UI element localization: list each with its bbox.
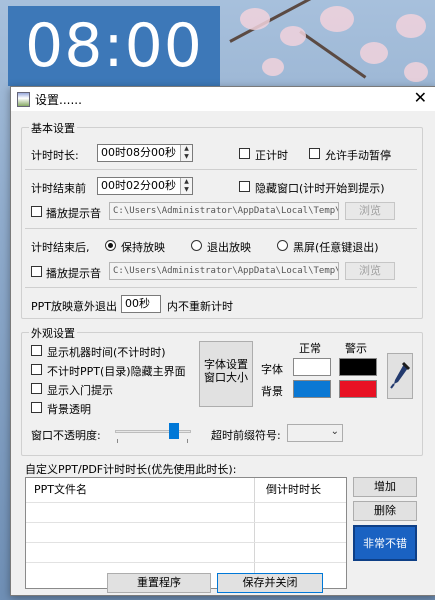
browse-button-1[interactable]: 浏览 [345, 202, 395, 220]
ppt-exit-suffix: 内不重新计时 [167, 300, 233, 313]
color-row-font: 字体 [261, 363, 283, 376]
show-machine-time-label: 显示机器时间(不计时时) [47, 346, 166, 359]
color-row-background: 背景 [261, 385, 283, 398]
show-intro-tips-checkbox[interactable] [31, 383, 42, 394]
radio-keep-show-label: 保持放映 [121, 241, 165, 254]
before-end-label: 计时结束前 [31, 182, 86, 195]
header-divider [26, 502, 346, 503]
settings-dialog: 设置...... ✕ 基本设置 计时时长: 00时08分00秒 ▲ ▼ 正计时 允… [10, 86, 435, 596]
browse-button-2[interactable]: 浏览 [345, 262, 395, 280]
row-divider [26, 522, 346, 523]
duration-label: 计时时长: [31, 149, 79, 162]
row-divider [26, 542, 346, 543]
slider-tick [187, 439, 188, 443]
divider [25, 228, 417, 229]
after-end-label: 计时结束后, [31, 241, 90, 254]
countdown-timer-display[interactable]: 08:00 [8, 6, 220, 86]
timeout-prefix-select[interactable]: ⌄ [287, 424, 343, 442]
divider [25, 169, 417, 170]
show-machine-time-checkbox[interactable] [31, 345, 42, 356]
ppt-exit-value: 00秒 [125, 297, 150, 310]
hide-window-checkbox[interactable] [239, 181, 250, 192]
appearance-legend: 外观设置 [29, 325, 77, 341]
great-button[interactable]: 非常不错 [353, 525, 417, 561]
play-sound-label-1: 播放提示音 [46, 207, 101, 220]
duration-spinner[interactable]: ▲ ▼ [180, 145, 192, 161]
window-size-text: 窗口大小 [204, 371, 248, 384]
bg-warning-color-swatch[interactable] [339, 380, 377, 398]
add-button[interactable]: 增加 [353, 477, 417, 497]
dialog-titlebar[interactable]: 设置...... ✕ [11, 87, 435, 111]
hide-window-label: 隐藏窗口(计时开始到提示) [255, 182, 385, 195]
hide-main-ui-label: 不计时PPT(目录)隐藏主界面 [47, 365, 186, 378]
play-sound-label-2: 播放提示音 [46, 267, 101, 280]
ppt-exit-input[interactable]: 00秒 [121, 295, 161, 313]
countup-checkbox[interactable] [239, 148, 250, 159]
radio-keep-show[interactable] [105, 240, 116, 251]
timeout-prefix-label: 超时前缀符号: [211, 429, 281, 442]
column-divider [254, 478, 255, 588]
sound-path-field-2[interactable]: C:\Users\Administrator\AppData\Local\Tem… [109, 262, 339, 280]
opacity-slider-thumb[interactable] [169, 423, 180, 439]
before-end-value: 00时02分00秒 [101, 179, 176, 192]
bg-normal-color-swatch[interactable] [293, 380, 331, 398]
divider [25, 287, 417, 288]
column-header-countdown[interactable]: 倒计时时长 [258, 478, 321, 502]
close-icon[interactable]: ✕ [414, 89, 427, 107]
row-divider [26, 562, 346, 563]
opacity-label: 窗口不透明度: [31, 429, 101, 442]
before-end-input[interactable]: 00时02分00秒 ▲ ▼ [97, 177, 193, 195]
delete-button[interactable]: 删除 [353, 501, 417, 521]
hide-main-ui-checkbox[interactable] [31, 364, 42, 375]
radio-black-screen-label: 黑屏(任意键退出) [293, 241, 379, 254]
play-sound-checkbox-2[interactable] [31, 266, 42, 277]
color-column-normal: 正常 [299, 342, 321, 355]
custom-duration-label: 自定义PPT/PDF计时时长(优先使用此时长): [25, 463, 237, 476]
radio-black-screen[interactable] [277, 240, 288, 251]
font-warning-color-swatch[interactable] [339, 358, 377, 376]
color-picker-button[interactable] [387, 353, 413, 399]
play-sound-checkbox-1[interactable] [31, 206, 42, 217]
ppt-exit-label: PPT放映意外退出 [31, 300, 117, 313]
transparent-bg-label: 背景透明 [47, 403, 91, 416]
chevron-down-icon: ⌄ [330, 426, 339, 437]
opacity-slider-track[interactable] [115, 430, 191, 433]
font-normal-color-swatch[interactable] [293, 358, 331, 376]
column-header-file[interactable]: PPT文件名 [26, 478, 87, 502]
manual-pause-checkbox[interactable] [309, 148, 320, 159]
before-end-spinner[interactable]: ▲ ▼ [180, 178, 192, 194]
font-window-size-button[interactable]: 字体设置 窗口大小 [199, 341, 253, 407]
dialog-title: 设置...... [35, 93, 82, 107]
countup-label: 正计时 [255, 149, 288, 162]
reset-program-button[interactable]: 重置程序 [107, 573, 211, 593]
manual-pause-label: 允许手动暂停 [325, 149, 391, 162]
radio-exit-show-label: 退出放映 [207, 241, 251, 254]
sound-path-field-1[interactable]: C:\Users\Administrator\AppData\Local\Tem… [109, 202, 339, 220]
transparent-bg-checkbox[interactable] [31, 402, 42, 413]
eyedropper-icon [390, 361, 411, 389]
radio-exit-show[interactable] [191, 240, 202, 251]
color-column-warning: 警示 [345, 342, 367, 355]
font-settings-text: 字体设置 [204, 358, 248, 371]
slider-tick [117, 439, 118, 443]
duration-input[interactable]: 00时08分00秒 ▲ ▼ [97, 144, 193, 162]
duration-value: 00时08分00秒 [101, 146, 176, 159]
show-intro-tips-label: 显示入门提示 [47, 384, 113, 397]
basic-settings-legend: 基本设置 [29, 120, 77, 136]
save-and-close-button[interactable]: 保存并关闭 [217, 573, 323, 593]
app-icon [17, 92, 30, 107]
